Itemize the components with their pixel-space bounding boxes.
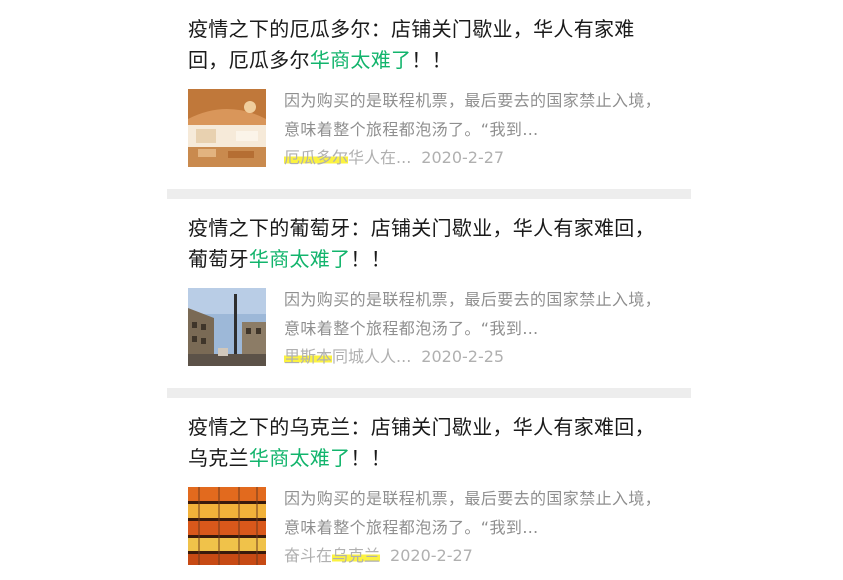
article-feed: 疫情之下的厄瓜多尔：店铺关门歇业，华人有家难回，厄瓜多尔华商太难了！！ 因为购买…: [167, 0, 691, 580]
article-excerpt: 因为购买的是联程机票，最后要去的国家禁止入境，意味着整个旅程都泡汤了。“我到…: [284, 91, 662, 139]
source-name-highlighted[interactable]: 厄瓜多尔: [284, 148, 349, 167]
publish-date: 2020-2-27: [390, 546, 473, 565]
title-highlight: 华商太难了: [248, 247, 351, 271]
source-name[interactable]: 同城人人...: [332, 347, 411, 366]
article-card[interactable]: 疫情之下的厄瓜多尔：店铺关门歇业，华人有家难回，厄瓜多尔华商太难了！！ 因为购买…: [167, 0, 691, 189]
source-name[interactable]: 奋斗在: [284, 546, 332, 565]
article-card[interactable]: 疫情之下的葡萄牙：店铺关门歇业，华人有家难回，葡萄牙华商太难了！！ 因为购买的是…: [167, 199, 691, 388]
article-meta: 厄瓜多尔华人在... 2020-2-27: [284, 148, 504, 168]
article-title[interactable]: 疫情之下的葡萄牙：店铺关门歇业，华人有家难回，葡萄牙华商太难了！！: [188, 213, 674, 275]
supermarket-shelves-thumbnail[interactable]: [188, 487, 266, 565]
city-street-thumbnail[interactable]: [188, 288, 266, 366]
article-excerpt: 因为购买的是联程机票，最后要去的国家禁止入境，意味着整个旅程都泡汤了。“我到…: [284, 489, 662, 537]
title-end: ！！: [411, 48, 452, 72]
title-end: ！！: [350, 247, 392, 271]
article-excerpt: 因为购买的是联程机票，最后要去的国家禁止入境，意味着整个旅程都泡汤了。“我到…: [284, 290, 662, 338]
article-title[interactable]: 疫情之下的厄瓜多尔：店铺关门歇业，华人有家难回，厄瓜多尔华商太难了！！: [188, 14, 674, 76]
article-meta: 奋斗在乌克兰 2020-2-27: [284, 546, 473, 566]
source-name[interactable]: 华人在...: [348, 148, 411, 167]
article-title[interactable]: 疫情之下的乌克兰：店铺关门歇业，华人有家难回，乌克兰华商太难了！！: [188, 412, 674, 474]
source-name-highlighted[interactable]: 乌克兰: [332, 546, 381, 565]
title-highlight: 华商太难了: [309, 48, 412, 72]
article-card[interactable]: 疫情之下的乌克兰：店铺关门歇业，华人有家难回，乌克兰华商太难了！！ 因为购买的是…: [167, 398, 691, 580]
source-name-highlighted[interactable]: 里斯本: [284, 347, 333, 366]
publish-date: 2020-2-25: [421, 347, 505, 366]
restaurant-interior-thumbnail[interactable]: [188, 89, 266, 167]
title-end: ！！: [350, 446, 392, 470]
title-highlight: 华商太难了: [248, 446, 351, 470]
publish-date: 2020-2-27: [421, 148, 505, 167]
article-meta: 里斯本同城人人... 2020-2-25: [284, 347, 504, 367]
